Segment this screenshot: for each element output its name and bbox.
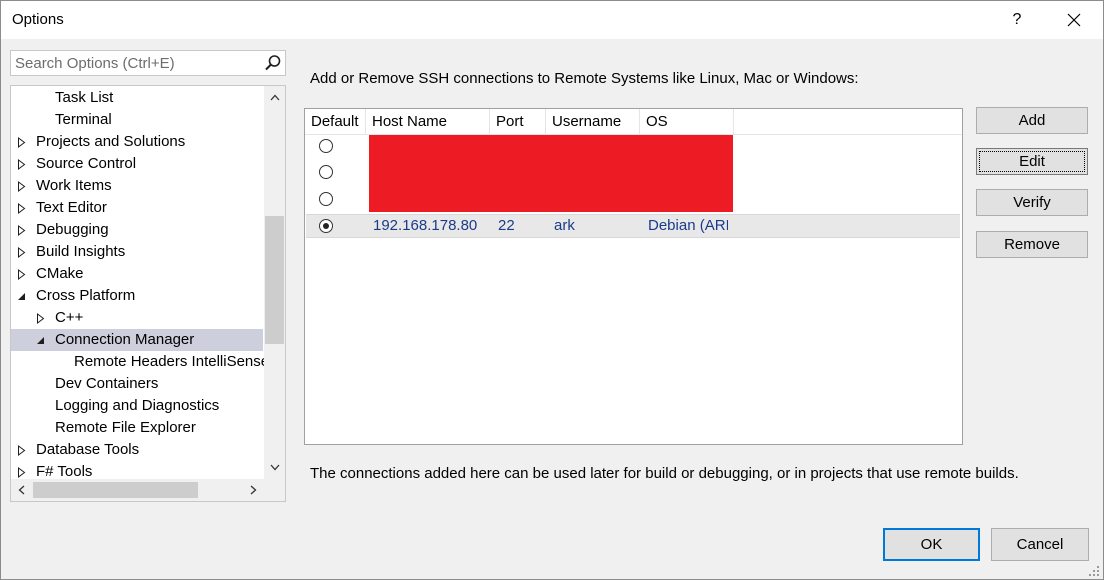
scroll-left-button[interactable]	[11, 481, 31, 499]
remove-button[interactable]: Remove	[976, 231, 1088, 258]
chevron-up-icon	[270, 94, 279, 100]
verify-button[interactable]: Verify	[976, 189, 1088, 216]
tree-item[interactable]: Remote Headers IntelliSense	[11, 351, 269, 373]
tree-item[interactable]: Projects and Solutions	[11, 131, 263, 153]
tree-item[interactable]: Source Control	[11, 153, 263, 175]
tree-item[interactable]: Cross Platform	[11, 285, 263, 307]
column-header-port[interactable]: Port	[490, 109, 546, 134]
tree-item[interactable]: Work Items	[11, 175, 263, 197]
tree-item[interactable]: Text Editor	[11, 197, 263, 219]
collapsed-arrow-icon[interactable]	[15, 153, 27, 175]
help-button[interactable]: ?	[994, 1, 1040, 39]
collapsed-arrow-icon[interactable]	[34, 307, 46, 329]
tree-item-label: Build Insights	[36, 243, 126, 260]
tree-item-label: Projects and Solutions	[36, 133, 186, 150]
collapsed-arrow-icon[interactable]	[15, 175, 27, 197]
default-radio-row-4[interactable]	[319, 219, 333, 233]
cell-username: ark	[554, 217, 575, 234]
tree-item[interactable]: Database Tools	[11, 439, 263, 461]
scroll-up-button[interactable]	[264, 88, 285, 106]
cancel-button[interactable]: Cancel	[991, 528, 1089, 561]
cell-port: 22	[498, 217, 515, 234]
options-tree: Task List Terminal Projects and Solutions S…	[10, 85, 286, 502]
collapsed-arrow-icon[interactable]	[15, 219, 27, 241]
search-box	[10, 50, 286, 76]
tree-item[interactable]: Debugging	[11, 219, 263, 241]
window-title: Options	[12, 11, 64, 28]
search-icon[interactable]	[264, 54, 282, 72]
tree-item-label: Logging and Diagnostics	[55, 397, 220, 414]
tree-item-label: Connection Manager	[55, 331, 195, 348]
add-button[interactable]: Add	[976, 107, 1088, 134]
tree-item[interactable]: Connection Manager	[11, 329, 263, 351]
scrollbar-corner	[264, 479, 285, 501]
tree-item-label: Work Items	[36, 177, 112, 194]
chevron-left-icon	[18, 485, 24, 495]
search-input[interactable]	[15, 54, 255, 72]
tree-item-label: C++	[55, 309, 84, 326]
tree-item-label: Dev Containers	[55, 375, 159, 392]
chevron-right-icon	[250, 485, 256, 495]
default-radio-row-2[interactable]	[319, 165, 333, 179]
scroll-down-button[interactable]	[264, 458, 285, 476]
scroll-right-button[interactable]	[243, 481, 263, 499]
expanded-arrow-icon[interactable]	[15, 285, 27, 307]
tree-item[interactable]: Remote File Explorer	[11, 417, 263, 439]
expanded-arrow-icon[interactable]	[34, 329, 46, 351]
tree-item[interactable]: Build Insights	[11, 241, 263, 263]
tree-item-label: Debugging	[36, 221, 109, 238]
column-header-default[interactable]: Default	[305, 109, 366, 134]
collapsed-arrow-icon[interactable]	[15, 131, 27, 153]
tree-item-label: Task List	[55, 89, 114, 106]
redacted-connections	[369, 135, 733, 212]
cell-host-name: 192.168.178.80	[373, 217, 478, 234]
tree-item-label: Cross Platform	[36, 287, 136, 304]
tree-item[interactable]: CMake	[11, 263, 263, 285]
ok-button[interactable]: OK	[883, 528, 980, 561]
column-header-username[interactable]: Username	[546, 109, 640, 134]
cell-os: Debian (ARI	[648, 217, 728, 234]
tree-item[interactable]: Dev Containers	[11, 373, 263, 395]
tree-horizontal-scrollbar[interactable]	[11, 479, 264, 501]
tree-item-label: Text Editor	[36, 199, 107, 216]
connections-heading: Add or Remove SSH connections to Remote …	[310, 70, 859, 87]
column-header-os[interactable]: OS	[640, 109, 734, 134]
tree-item-label: Database Tools	[36, 441, 140, 458]
column-header-host-name[interactable]: Host Name	[366, 109, 490, 134]
tree-item[interactable]: Terminal	[11, 109, 263, 131]
tree-item-label: Remote File Explorer	[55, 419, 196, 436]
tree-item-label: Source Control	[36, 155, 137, 172]
connections-list[interactable]: Default Host Name Port Username OS 192.1…	[304, 108, 963, 445]
tree-item[interactable]: C++	[11, 307, 263, 329]
close-icon	[1067, 13, 1081, 27]
collapsed-arrow-icon[interactable]	[15, 439, 27, 461]
default-radio-row-3[interactable]	[319, 192, 333, 206]
connections-footer-note: The connections added here can be used l…	[310, 465, 1019, 482]
tree-item-label: Remote Headers IntelliSense	[74, 353, 270, 370]
resize-grip-icon[interactable]	[1087, 564, 1101, 578]
collapsed-arrow-icon[interactable]	[15, 263, 27, 285]
tree-item-label: CMake	[36, 265, 84, 282]
edit-button[interactable]: Edit	[976, 148, 1088, 175]
close-button[interactable]	[1051, 1, 1097, 39]
tree-item-label: Terminal	[55, 111, 112, 128]
options-dialog: Options ? Task List Terminal Projects and …	[0, 0, 1104, 580]
tree-item[interactable]: Task List	[11, 87, 263, 109]
chevron-down-icon	[270, 464, 279, 470]
tree-horizontal-scroll-thumb[interactable]	[33, 482, 198, 498]
collapsed-arrow-icon[interactable]	[15, 241, 27, 263]
collapsed-arrow-icon[interactable]	[15, 197, 27, 219]
title-bar: Options ?	[1, 1, 1103, 39]
tree-vertical-scrollbar[interactable]	[264, 86, 285, 479]
tree-item[interactable]: Logging and Diagnostics	[11, 395, 263, 417]
tree-vertical-scroll-thumb[interactable]	[265, 216, 284, 344]
default-radio-row-1[interactable]	[319, 139, 333, 153]
